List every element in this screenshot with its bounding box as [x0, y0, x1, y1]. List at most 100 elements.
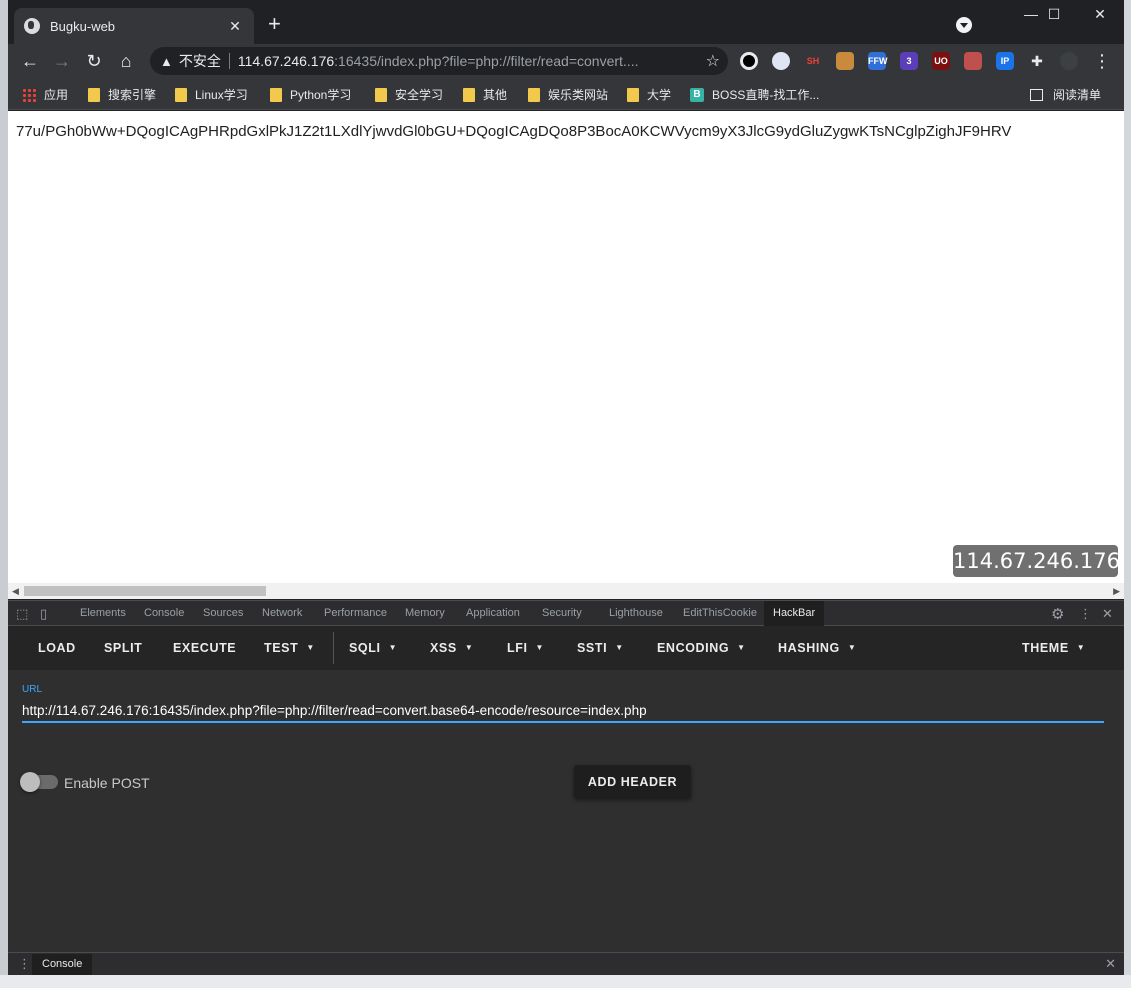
bookmark-label: 安全学习	[395, 88, 444, 102]
folder-icon	[627, 87, 639, 102]
ublock-extension-icon[interactable]: UO	[932, 52, 950, 70]
settings-gear-icon[interactable]: ⚙	[1051, 605, 1064, 623]
bookmark-apps[interactable]: 应用	[22, 86, 68, 103]
devtools-tab-lighthouse[interactable]: Lighthouse	[609, 607, 663, 619]
enable-post-toggle[interactable]	[20, 772, 58, 792]
ssti-dropdown[interactable]: SSTI ▼	[577, 641, 624, 655]
button-label: XSS	[430, 641, 457, 655]
tab-close-icon[interactable]: ✕	[226, 18, 244, 35]
scroll-left-arrow-icon[interactable]: ◀	[12, 586, 19, 597]
cookie-extension-icon[interactable]	[836, 52, 854, 70]
folder-icon	[175, 87, 187, 102]
bookmark-folder[interactable]: 搜索引擎	[88, 86, 156, 103]
bookmark-boss[interactable]: B BOSS直聘-找工作...	[690, 86, 819, 103]
caret-down-icon: ▼	[306, 643, 315, 652]
menu-divider	[333, 632, 334, 664]
caret-down-icon: ▼	[737, 643, 746, 652]
scrollbar-thumb[interactable]	[24, 586, 266, 596]
devtools-tab-sources[interactable]: Sources	[203, 607, 243, 619]
ffw-extension-icon[interactable]: FFW	[868, 52, 888, 70]
enable-post-label: Enable POST	[64, 775, 150, 791]
puzzle-extension-icon[interactable]: ✚	[1028, 52, 1046, 70]
bookmark-label: 大学	[647, 88, 672, 102]
devtools-tab-network[interactable]: Network	[262, 607, 302, 619]
url-path: :16435/index.php?file=php://filter/read=…	[334, 53, 639, 69]
tampermonkey-extension-icon[interactable]	[964, 52, 982, 70]
bookmark-label: Linux学习	[195, 88, 248, 102]
devtools-tab-performance[interactable]: Performance	[324, 607, 387, 619]
button-label: LFI	[507, 641, 528, 655]
hex-extension-icon[interactable]: 3	[900, 52, 918, 70]
bookmark-label: BOSS直聘-找工作...	[712, 88, 820, 102]
browser-toolbar: ← → ↻ ⌂ ▲ 不安全 114.67.246.176 :16435/inde…	[8, 44, 1124, 78]
add-header-button[interactable]: ADD HEADER	[574, 765, 691, 798]
o-extension-icon[interactable]	[740, 52, 758, 70]
bookmark-folder[interactable]: 娱乐类网站	[528, 86, 608, 103]
bird-extension-icon[interactable]	[772, 52, 790, 70]
bookmark-folder[interactable]: 其他	[463, 86, 507, 103]
switchyhost-extension-icon[interactable]: SH	[804, 52, 822, 70]
drawer-close-icon[interactable]: ✕	[1105, 956, 1116, 972]
reading-list[interactable]: 阅读清单	[1030, 86, 1101, 103]
scroll-right-arrow-icon[interactable]: ▶	[1113, 586, 1120, 597]
address-bar[interactable]: ▲ 不安全 114.67.246.176 :16435/index.php?fi…	[150, 47, 728, 75]
toggle-knob[interactable]	[20, 772, 40, 792]
button-label: SQLI	[349, 641, 381, 655]
test-dropdown[interactable]: TEST ▼	[264, 641, 315, 655]
folder-icon	[463, 87, 475, 102]
lfi-dropdown[interactable]: LFI ▼	[507, 641, 544, 655]
devtools-tab-console[interactable]: Console	[144, 607, 184, 619]
ip-extension-icon[interactable]: IP	[996, 52, 1014, 70]
tab-bugku-web[interactable]: Bugku-web ✕	[14, 8, 254, 44]
horizontal-scrollbar[interactable]: ◀ ▶	[8, 583, 1124, 599]
home-icon[interactable]: ⌂	[114, 49, 138, 73]
devtools-tab-elements[interactable]: Elements	[80, 607, 126, 619]
desktop-bottom-edge	[0, 975, 1131, 988]
button-label: EXECUTE	[173, 641, 237, 655]
url-input[interactable]	[22, 699, 1104, 723]
load-button[interactable]: LOAD	[38, 641, 76, 655]
bookmark-folder[interactable]: Python学习	[270, 86, 351, 103]
devtools-tab-editthiscookie[interactable]: EditThisCookie	[683, 607, 757, 619]
split-button[interactable]: SPLIT	[104, 641, 142, 655]
button-label: SPLIT	[104, 641, 143, 655]
not-secure-label[interactable]: 不安全	[179, 51, 221, 71]
devtools-more-icon[interactable]: ⋮	[1079, 606, 1092, 622]
desktop-right-edge	[1124, 0, 1131, 988]
forward-arrow-icon[interactable]: →	[50, 49, 74, 73]
bookmark-folder[interactable]: Linux学习	[175, 86, 248, 103]
devtools-tab-security[interactable]: Security	[542, 607, 582, 619]
button-label: LOAD	[38, 641, 76, 655]
theme-dropdown[interactable]: THEME ▼	[1022, 641, 1085, 655]
devtools-tab-hackbar[interactable]: HackBar	[764, 601, 825, 626]
xss-dropdown[interactable]: XSS ▼	[430, 641, 473, 655]
base64-output-text: 77u/PGh0bWw+DQogICAgPHRpdGxlPkJ1Z2t1LXdl…	[16, 123, 1012, 140]
reload-icon[interactable]: ↻	[82, 49, 106, 73]
sqli-dropdown[interactable]: SQLI ▼	[349, 641, 397, 655]
bookmark-star-icon[interactable]: ☆	[706, 51, 720, 71]
globe-icon	[24, 18, 40, 34]
execute-button[interactable]: EXECUTE	[173, 641, 236, 655]
hashing-dropdown[interactable]: HASHING ▼	[778, 641, 856, 655]
tab-title: Bugku-web	[50, 18, 116, 34]
devtools-close-icon[interactable]: ✕	[1102, 606, 1113, 622]
inspect-element-icon[interactable]: ⬚	[16, 606, 28, 622]
back-arrow-icon[interactable]: ←	[18, 49, 42, 73]
encoding-dropdown[interactable]: ENCODING ▼	[657, 641, 746, 655]
device-toolbar-icon[interactable]: ▯	[40, 606, 47, 622]
drawer-tab-console[interactable]: Console	[32, 954, 93, 976]
devtools-tab-application[interactable]: Application	[466, 607, 520, 619]
new-tab-plus-icon[interactable]: +	[268, 12, 281, 36]
bookmark-folder[interactable]: 大学	[627, 86, 671, 103]
drawer-menu-icon[interactable]: ⋮	[18, 956, 31, 972]
tab-search-dropdown-icon[interactable]	[956, 17, 972, 33]
bookmark-folder[interactable]: 安全学习	[375, 86, 443, 103]
chrome-menu-icon[interactable]: ⋮	[1090, 49, 1114, 73]
window-close-button[interactable]: ✕	[1077, 6, 1123, 23]
maximize-button[interactable]: ☐	[1031, 6, 1077, 23]
button-label: THEME	[1022, 641, 1069, 655]
devtools-tab-memory[interactable]: Memory	[405, 607, 445, 619]
tab-strip: Bugku-web ✕ + — ☐ ✕	[8, 0, 1124, 44]
avatar-icon[interactable]	[1060, 52, 1078, 70]
warning-triangle-icon: ▲	[160, 53, 173, 69]
